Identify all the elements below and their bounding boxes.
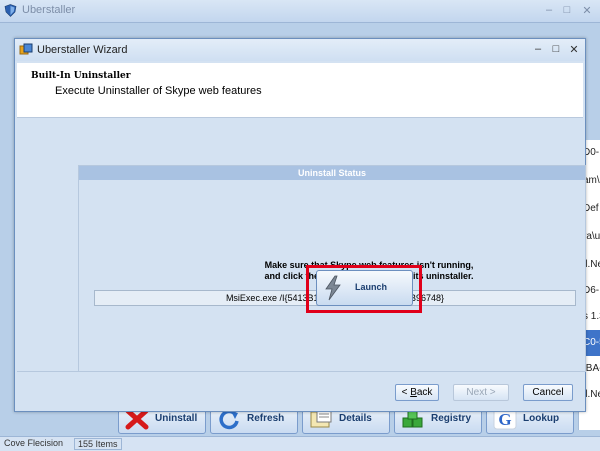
main-titlebar: Uberstaller – □ ✕ <box>0 0 600 23</box>
refresh-label: Refresh <box>247 413 285 424</box>
wizard-footer: < Back Next > Cancel <box>17 371 583 410</box>
main-close-button[interactable]: ✕ <box>580 4 594 17</box>
wizard-maximize-button[interactable]: □ <box>549 43 563 55</box>
main-minimize-button[interactable]: – <box>542 4 556 16</box>
app-shield-icon <box>4 4 17 17</box>
launch-label: Launch <box>355 282 388 292</box>
panel-title: Uninstall Status <box>79 166 585 180</box>
wizard-close-button[interactable]: ✕ <box>567 43 581 56</box>
main-maximize-button[interactable]: □ <box>560 4 574 16</box>
wizard-content: Uninstall Status Make sure that Skype we… <box>17 118 586 372</box>
next-button[interactable]: Next > <box>453 384 509 401</box>
lightning-icon <box>325 275 341 301</box>
lookup-label: Lookup <box>523 413 560 424</box>
launch-button[interactable]: Launch <box>316 270 413 306</box>
status-text: Cove Flecision <box>4 438 64 448</box>
status-bar: Cove Flecision 155 Items <box>0 436 600 451</box>
registry-label: Registry <box>431 413 472 424</box>
item-count: 155 Items <box>74 438 122 450</box>
wizard-app-icon <box>19 43 33 55</box>
cancel-label: Cancel <box>532 387 564 398</box>
wizard-header: Built-In Uninstaller Execute Uninstaller… <box>17 63 583 118</box>
cancel-button[interactable]: Cancel <box>523 384 573 401</box>
main-window-title: Uberstaller <box>22 4 76 16</box>
uninstall-label: Uninstall <box>155 413 198 424</box>
wizard-header-subtitle: Execute Uninstaller of Skype web feature… <box>55 85 262 97</box>
svg-text:G: G <box>498 410 511 429</box>
back-button[interactable]: < Back <box>395 384 439 401</box>
wizard-dialog: Uberstaller Wizard – □ ✕ Built-In Uninst… <box>14 38 586 412</box>
wizard-header-title: Built-In Uninstaller <box>31 71 131 81</box>
wizard-titlebar: Uberstaller Wizard – □ ✕ <box>15 39 585 61</box>
wizard-minimize-button[interactable]: – <box>531 43 545 55</box>
wizard-title: Uberstaller Wizard <box>37 44 128 56</box>
back-label: < Back <box>401 387 433 398</box>
next-label: Next > <box>466 387 496 398</box>
details-label: Details <box>339 413 372 424</box>
